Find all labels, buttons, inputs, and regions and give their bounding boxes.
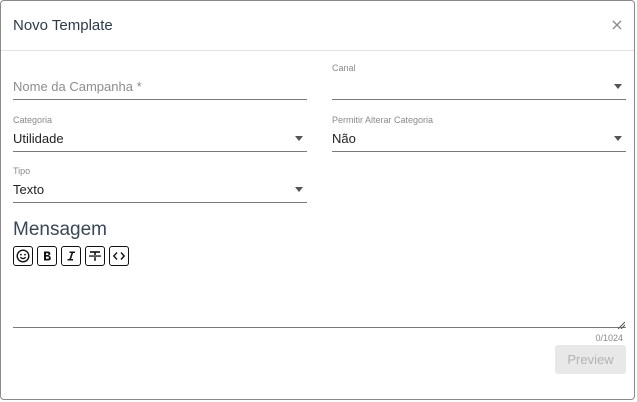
category-value: Utilidade — [13, 131, 64, 146]
allow-change-category-select[interactable]: Permitir Alterar Categoria Não — [332, 115, 626, 153]
campaign-name-field[interactable]: Nome da Campanha * — [13, 71, 307, 101]
code-icon[interactable] — [109, 246, 129, 266]
allow-change-category-underline — [332, 151, 626, 152]
category-dropdown-icon[interactable] — [295, 136, 303, 141]
preview-button[interactable]: Preview — [555, 345, 626, 374]
category-select[interactable]: Categoria Utilidade — [13, 115, 307, 153]
category-underline — [13, 151, 307, 152]
type-dropdown-icon[interactable] — [295, 187, 303, 192]
emoji-icon[interactable] — [13, 246, 33, 266]
message-toolbar — [13, 246, 129, 268]
campaign-name-placeholder: Nome da Campanha * — [13, 79, 142, 94]
type-select[interactable]: Tipo Texto — [13, 166, 307, 204]
allow-change-category-dropdown-icon[interactable] — [614, 136, 622, 141]
resize-handle-icon[interactable] — [617, 316, 626, 330]
channel-label: Canal — [332, 63, 356, 73]
italic-icon[interactable] — [61, 246, 81, 266]
type-value: Texto — [13, 182, 45, 197]
dialog-title: Novo Template — [13, 17, 113, 34]
allow-change-category-value: Não — [332, 131, 356, 146]
character-counter: 0/1024 — [595, 333, 623, 343]
type-label: Tipo — [13, 166, 31, 176]
campaign-name-underline — [13, 99, 307, 100]
allow-change-category-label: Permitir Alterar Categoria — [332, 115, 434, 125]
category-label: Categoria — [13, 115, 53, 125]
message-textarea[interactable] — [13, 273, 626, 330]
dialog-header: Novo Template × — [1, 1, 634, 51]
strikethrough-icon[interactable] — [85, 246, 105, 266]
bold-icon[interactable] — [37, 246, 57, 266]
close-icon[interactable]: × — [610, 17, 624, 33]
channel-underline — [332, 99, 626, 100]
channel-select[interactable]: Canal — [332, 63, 626, 101]
type-underline — [13, 202, 307, 203]
channel-dropdown-icon[interactable] — [614, 84, 622, 89]
message-section-title: Mensagem — [13, 219, 107, 240]
new-template-dialog: Novo Template × Nome da Campanha * Canal… — [0, 0, 635, 400]
